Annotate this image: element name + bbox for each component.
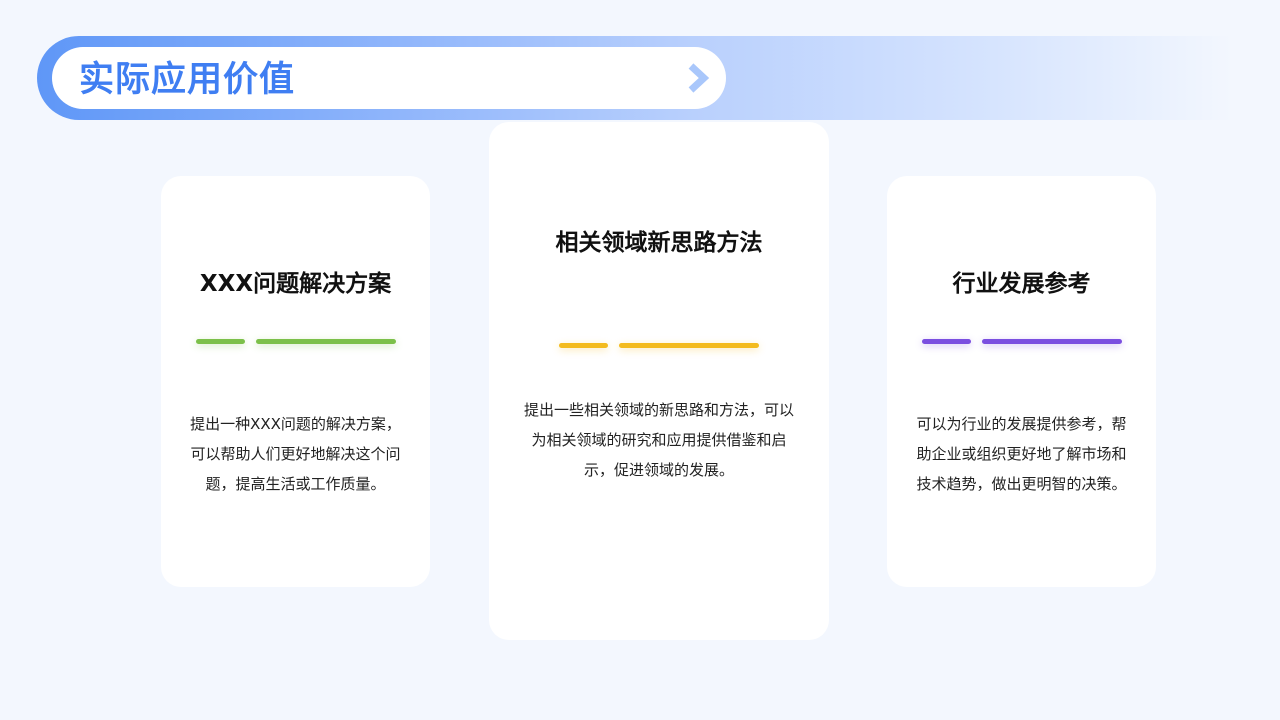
card-title: 行业发展参考 [952, 271, 1091, 297]
accent-bar-short [922, 339, 971, 344]
accent-bar-long [256, 339, 396, 344]
accent-divider [559, 343, 759, 348]
accent-bar-long [619, 343, 759, 348]
accent-bar-long [982, 339, 1122, 344]
card-title: XXX问题解决方案 [199, 271, 392, 297]
card-description: 提出一些相关领域的新思路和方法，可以为相关领域的研究和应用提供借鉴和启示，促进领… [523, 401, 794, 479]
chevron-right-icon [688, 63, 710, 93]
card-new-methods: 相关领域新思路方法 提出一些相关领域的新思路和方法，可以为相关领域的研究和应用提… [489, 122, 829, 640]
accent-bar-short [559, 343, 608, 348]
card-description: 提出一种XXX问题的解决方案，可以帮助人们更好地解决这个问题，提高生活或工作质量… [190, 415, 401, 493]
accent-bar-short [196, 339, 245, 344]
card-problem-solution: XXX问题解决方案 提出一种XXX问题的解决方案，可以帮助人们更好地解决这个问题… [161, 176, 430, 587]
accent-divider [196, 339, 396, 344]
card-description: 可以为行业的发展提供参考，帮助企业或组织更好地了解市场和技术趋势，做出更明智的决… [916, 415, 1127, 493]
card-title: 相关领域新思路方法 [555, 230, 763, 256]
page-title: 实际应用价值 [79, 60, 296, 100]
card-industry-reference: 行业发展参考 可以为行业的发展提供参考，帮助企业或组织更好地了解市场和技术趋势，… [887, 176, 1156, 587]
accent-divider [922, 339, 1122, 344]
